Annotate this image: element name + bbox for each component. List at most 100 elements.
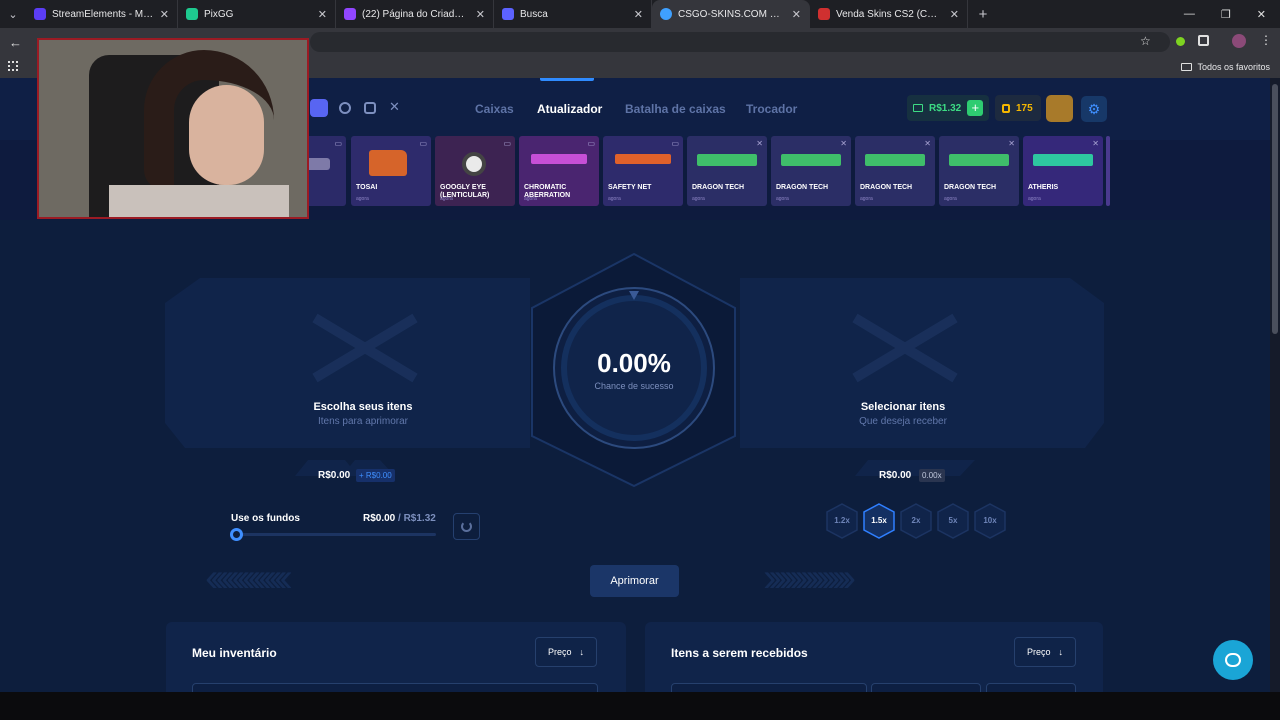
settings-gear-icon[interactable]: ⚙: [1081, 96, 1107, 122]
all-bookmarks-link[interactable]: Todos os favoritos: [1197, 62, 1270, 72]
multiplier-1-2x[interactable]: 1.2x: [825, 503, 859, 539]
drop-time: agora: [356, 196, 369, 202]
drop-card[interactable]: ✕ DRAGON TECH agora: [855, 136, 935, 206]
add-funds-plus-icon[interactable]: +: [967, 100, 984, 116]
user-avatar[interactable]: [1046, 95, 1073, 122]
twitch-favicon: [344, 8, 356, 20]
weapon-image: [865, 154, 925, 166]
multiplier-1-5x[interactable]: 1.5x: [862, 503, 896, 539]
close-icon[interactable]: ✕: [792, 8, 801, 21]
page-scrollbar[interactable]: [1270, 78, 1280, 692]
facebook-icon[interactable]: [339, 102, 351, 114]
instagram-icon[interactable]: [364, 102, 376, 114]
drop-name: ATHERIS: [1028, 184, 1059, 191]
sticker-image: [462, 152, 486, 176]
drop-name: DRAGON TECH: [860, 184, 913, 191]
folder-icon: [1181, 63, 1193, 71]
funds-slider-handle[interactable]: [230, 528, 243, 541]
close-icon[interactable]: ✕: [634, 8, 643, 21]
tab-pixgg[interactable]: PixGG ✕: [178, 0, 336, 28]
success-chance-value: 0.00%: [597, 348, 671, 378]
drop-time: agora: [776, 196, 789, 202]
use-funds-label: Use os fundos: [231, 513, 300, 524]
new-tab-plus-icon[interactable]: +: [968, 0, 998, 28]
receive-max-price-input[interactable]: [986, 683, 1076, 692]
tab-search-icon[interactable]: ⌄: [0, 0, 26, 28]
upgrade-button[interactable]: Aprimorar: [590, 565, 679, 597]
tab-streamelements[interactable]: StreamElements - My dashboard ✕: [26, 0, 178, 28]
drop-card[interactable]: ✕ DRAGON TECH agora: [771, 136, 851, 206]
x-twitter-icon[interactable]: ✕: [389, 99, 400, 115]
funds-value: R$0.00 / R$1.32: [363, 513, 436, 524]
discord-icon[interactable]: [310, 99, 328, 117]
window-close-icon[interactable]: ✕: [1257, 8, 1266, 21]
scrollbar-thumb[interactable]: [1272, 84, 1278, 334]
inventory-search-input[interactable]: [192, 683, 598, 692]
drop-card-partial: [1106, 136, 1110, 206]
tab-twitch[interactable]: (22) Página do Criador - Twitch ✕: [336, 0, 494, 28]
close-icon[interactable]: ✕: [160, 8, 169, 21]
drop-card[interactable]: ▭ CHROMATIC ABERRATION agora: [519, 136, 599, 206]
right-value: R$0.00: [879, 470, 912, 481]
inventory-sort-button[interactable]: Preço ↓: [535, 637, 597, 667]
browser-menu-icon[interactable]: ⋮: [1260, 33, 1272, 47]
close-icon[interactable]: ✕: [476, 8, 485, 21]
balance-box[interactable]: R$1.32 +: [907, 95, 989, 121]
right-panel-subtitle: Que deseja receber: [859, 416, 947, 427]
streamelements-favicon: [34, 8, 46, 20]
apps-grid-icon[interactable]: [8, 61, 18, 71]
profile-avatar-icon[interactable]: [1232, 34, 1246, 48]
receive-search-input[interactable]: [671, 683, 867, 692]
wallet-icon: [913, 104, 923, 112]
close-icon[interactable]: ✕: [318, 8, 327, 21]
tab-title: Venda Skins CS2 (CS:GO) | O M: [836, 8, 944, 20]
extensions-puzzle-icon[interactable]: [1198, 35, 1209, 46]
nav-atualizador[interactable]: Atualizador: [537, 102, 602, 116]
drop-time: agora: [860, 196, 873, 202]
chat-support-button[interactable]: [1213, 640, 1253, 680]
drop-time: agora: [440, 196, 453, 202]
drop-card[interactable]: ▭ GOOGLY EYE (LENTICULAR) agora: [435, 136, 515, 206]
multiplier-5x[interactable]: 5x: [936, 503, 970, 539]
venda-skins-favicon: [818, 8, 830, 20]
weapon-image: [697, 154, 757, 166]
drop-card[interactable]: ▭ SAFETY NET agora: [603, 136, 683, 206]
right-item-placeholder-icon: [852, 313, 958, 383]
drop-card[interactable]: ✕ DRAGON TECH agora: [939, 136, 1019, 206]
left-value: R$0.00: [318, 470, 351, 481]
extension-green-icon[interactable]: [1176, 37, 1185, 46]
close-icon[interactable]: ✕: [950, 8, 959, 21]
left-panel-title[interactable]: Escolha seus itens: [243, 401, 483, 413]
drop-card[interactable]: ✕ ATHERIS agora: [1023, 136, 1103, 206]
tab-csgo-skins[interactable]: CSGO-SKINS.COM — As melhores ✕: [652, 0, 810, 28]
funds-slider-track[interactable]: [236, 533, 436, 536]
multiplier-2x[interactable]: 2x: [899, 503, 933, 539]
back-arrow-icon[interactable]: ←: [9, 35, 22, 50]
coins-box[interactable]: 175: [995, 95, 1041, 121]
tab-busca[interactable]: Busca ✕: [494, 0, 652, 28]
receive-min-price-input[interactable]: [871, 683, 981, 692]
receive-sort-button[interactable]: Preço ↓: [1014, 637, 1076, 667]
tab-venda-skins[interactable]: Venda Skins CS2 (CS:GO) | O M ✕: [810, 0, 968, 28]
sort-label: Preço: [1026, 647, 1051, 657]
drop-card[interactable]: ✕ DRAGON TECH agora: [687, 136, 767, 206]
drop-card[interactable]: ▭ TOSAI agora: [351, 136, 431, 206]
nav-batalha-de-caixas[interactable]: Batalha de caixas: [625, 102, 726, 116]
star-icon[interactable]: ☆: [1140, 34, 1151, 48]
drop-time: agora: [944, 196, 957, 202]
close-icon: ✕: [1092, 139, 1099, 148]
restore-icon[interactable]: ❐: [1221, 8, 1231, 21]
nav-trocador[interactable]: Trocador: [746, 102, 797, 116]
drop-time: agora: [1028, 196, 1041, 202]
weapon-image: [949, 154, 1009, 166]
right-panel-title[interactable]: Selecionar itens: [783, 401, 1023, 413]
multiplier-10x[interactable]: 10x: [973, 503, 1007, 539]
minimize-icon[interactable]: —: [1184, 8, 1195, 21]
url-field[interactable]: [310, 32, 1170, 52]
my-inventory-panel: Meu inventário Preço ↓: [166, 622, 626, 692]
refresh-spinner-icon[interactable]: [453, 513, 480, 540]
taskbar-strip: [0, 692, 1280, 720]
nav-caixas[interactable]: Caixas: [475, 102, 514, 116]
chat-bubble-icon: [1225, 653, 1241, 667]
webcam-overlay: [37, 38, 309, 219]
